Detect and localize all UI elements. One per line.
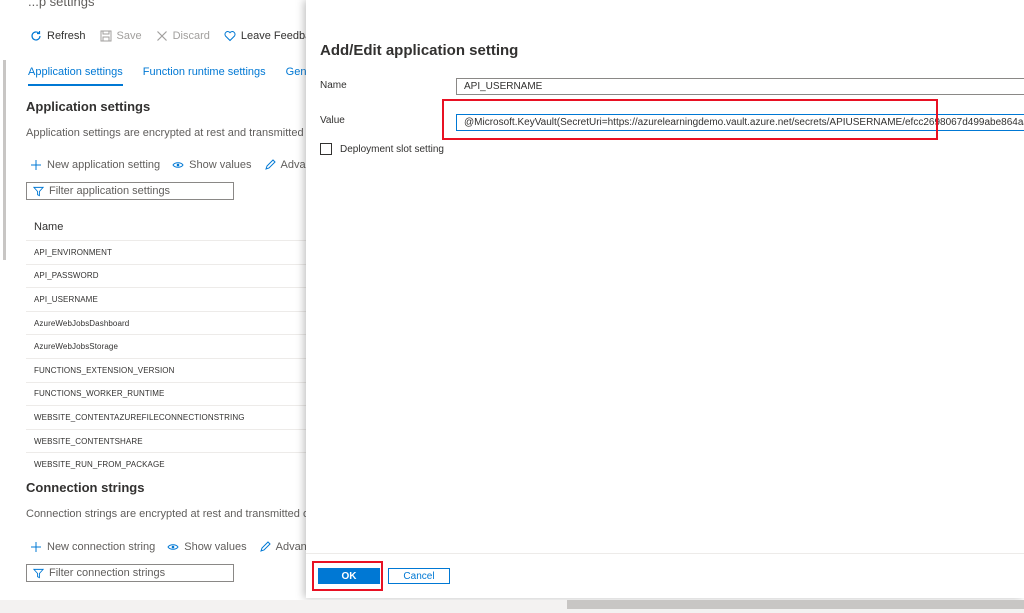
tab-function-runtime-settings[interactable]: Function runtime settings	[143, 66, 266, 86]
new-app-setting-label: New application setting	[47, 159, 161, 171]
save-button[interactable]: Save	[100, 30, 142, 42]
table-row[interactable]: AzureWebJobsDashboard	[26, 310, 306, 335]
connection-strings-heading: Connection strings	[26, 480, 145, 495]
refresh-button[interactable]: Refresh	[30, 30, 86, 42]
discard-label: Discard	[172, 30, 210, 42]
filter-connection-strings-placeholder: Filter connection strings	[49, 567, 166, 579]
deployment-slot-setting[interactable]: Deployment slot setting	[320, 143, 444, 155]
plus-icon	[31, 542, 41, 552]
tab-application-settings[interactable]: Application settings	[28, 66, 123, 86]
name-label: Name	[320, 80, 347, 91]
refresh-label: Refresh	[47, 30, 86, 42]
table-row[interactable]: FUNCTIONS_EXTENSION_VERSION	[26, 357, 306, 382]
plus-icon	[31, 160, 41, 170]
blade-title: ...p settings	[28, 0, 95, 9]
horizontal-scrollbar-thumb[interactable]	[567, 600, 1024, 609]
app-settings-toolbar: New application setting Show values Adva…	[30, 159, 341, 171]
column-header-name[interactable]: Name	[34, 221, 63, 233]
new-app-setting-button[interactable]: New application setting	[30, 159, 160, 171]
discard-button[interactable]: Discard	[156, 30, 210, 42]
show-values-label: Show values	[189, 159, 252, 171]
deployment-slot-checkbox[interactable]	[320, 143, 332, 155]
table-row[interactable]: WEBSITE_CONTENTAZUREFILECONNECTIONSTRING	[26, 405, 306, 429]
eye-icon	[172, 162, 184, 168]
panel-title: Add/Edit application setting	[320, 42, 519, 59]
app-settings-blade: ...p settings Refresh Save Discard Leave…	[0, 0, 341, 613]
command-bar: Refresh Save Discard Leave Feedback	[30, 30, 336, 42]
value-field[interactable]: @Microsoft.KeyVault(SecretUri=https://az…	[456, 114, 1024, 131]
new-connection-string-label: New connection string	[47, 541, 156, 553]
save-label: Save	[116, 30, 142, 42]
table-row[interactable]: API_ENVIRONMENT	[26, 240, 306, 264]
show-values-button[interactable]: Show values	[172, 159, 252, 171]
deployment-slot-label: Deployment slot setting	[340, 143, 444, 155]
save-icon	[100, 30, 112, 42]
pencil-icon	[264, 159, 276, 170]
heart-icon	[224, 31, 236, 42]
filter-app-settings-input[interactable]: Filter application settings	[26, 182, 234, 200]
new-connection-string-button[interactable]: New connection string	[30, 541, 155, 553]
ok-button[interactable]: OK	[318, 568, 380, 584]
table-row[interactable]: API_PASSWORD	[26, 263, 306, 288]
left-scroll-accent	[3, 60, 6, 260]
connection-strings-description: Connection strings are encrypted at rest…	[26, 508, 340, 520]
eye-icon	[167, 544, 179, 550]
table-row[interactable]: FUNCTIONS_WORKER_RUNTIME	[26, 381, 306, 406]
cancel-button[interactable]: Cancel	[388, 568, 450, 584]
discard-icon	[156, 31, 167, 41]
show-values-label: Show values	[184, 541, 247, 553]
connection-strings-toolbar: New connection string Show values Advanc…	[30, 541, 346, 553]
refresh-icon	[31, 31, 41, 41]
app-settings-heading: Application settings	[26, 99, 151, 114]
settings-tabs: Application settings Function runtime se…	[28, 66, 345, 86]
show-values-button[interactable]: Show values	[167, 541, 247, 553]
table-row[interactable]: AzureWebJobsStorage	[26, 334, 306, 358]
table-row[interactable]: API_USERNAME	[26, 287, 306, 311]
table-row[interactable]: WEBSITE_RUN_FROM_PACKAGE	[26, 452, 306, 476]
table-row[interactable]: WEBSITE_CONTENTSHARE	[26, 428, 306, 453]
pencil-icon	[259, 541, 271, 552]
filter-icon	[33, 568, 44, 578]
filter-app-settings-placeholder: Filter application settings	[49, 185, 171, 197]
panel-footer: OK Cancel	[306, 553, 1024, 599]
filter-icon	[33, 186, 44, 196]
add-edit-setting-panel: Add/Edit application setting Name API_US…	[306, 0, 1024, 598]
app-settings-list: API_ENVIRONMENT API_PASSWORD API_USERNAM…	[26, 240, 306, 476]
name-field[interactable]: API_USERNAME	[456, 78, 1024, 95]
value-label: Value	[320, 115, 345, 126]
app-settings-description: Application settings are encrypted at re…	[26, 127, 341, 139]
filter-connection-strings-input[interactable]: Filter connection strings	[26, 564, 234, 582]
